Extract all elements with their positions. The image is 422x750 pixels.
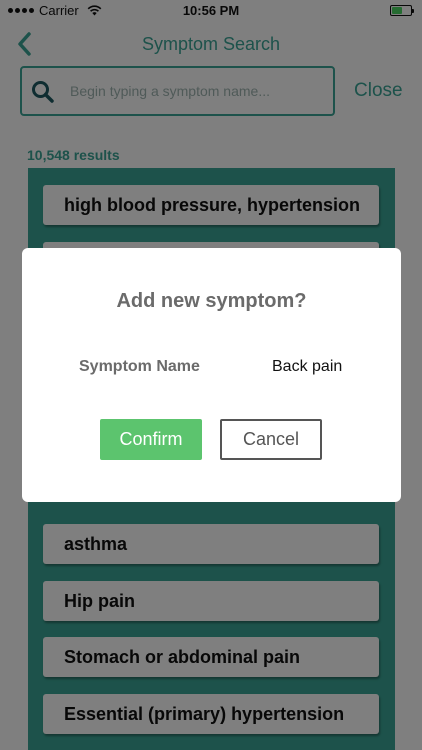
dialog-title: Add new symptom? bbox=[116, 290, 307, 312]
cancel-button[interactable]: Cancel bbox=[220, 419, 322, 460]
add-symptom-dialog: Add new symptom? Symptom Name Back pain … bbox=[22, 248, 401, 502]
confirm-button[interactable]: Confirm bbox=[100, 419, 202, 460]
symptom-name-label: Symptom Name bbox=[79, 358, 200, 375]
symptom-name-value: Back pain bbox=[272, 358, 343, 375]
